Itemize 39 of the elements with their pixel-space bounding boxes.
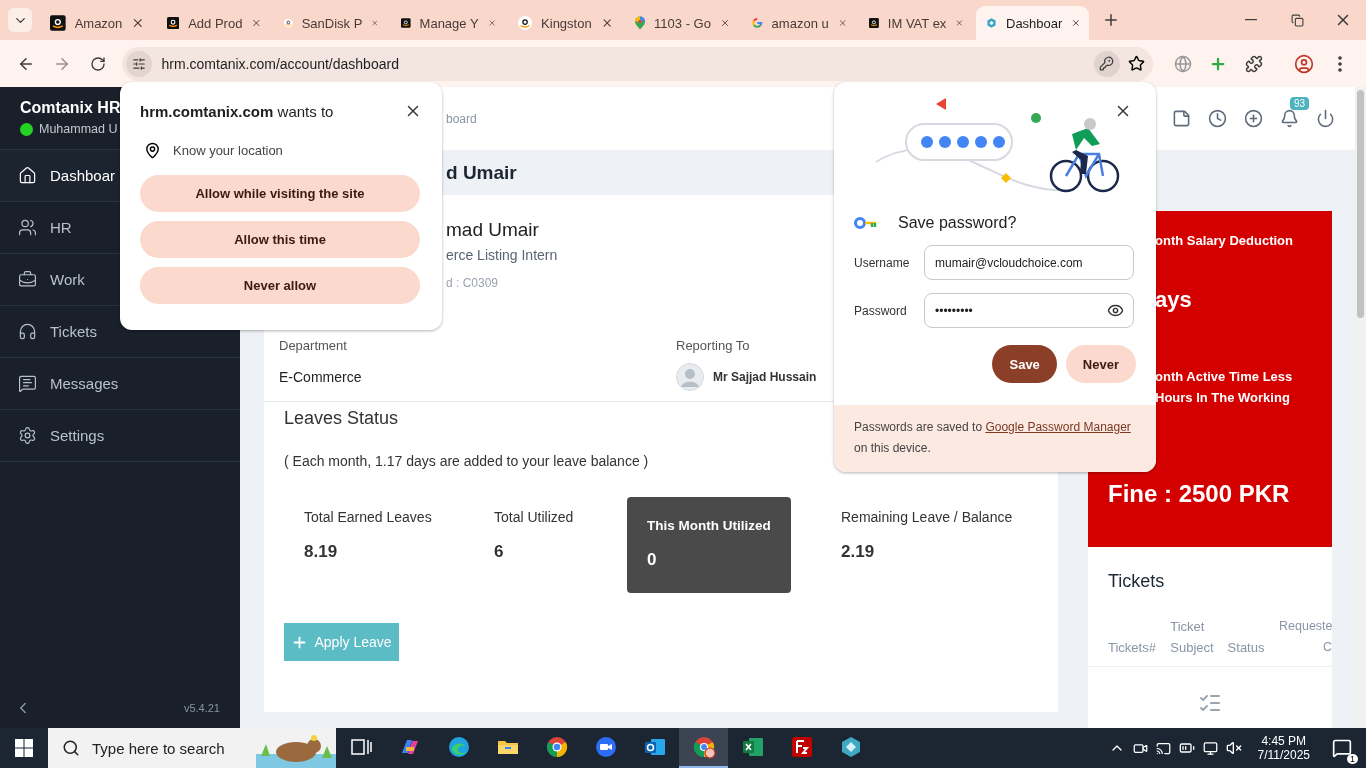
stat-label: Total Earned Leaves bbox=[304, 509, 432, 525]
page-heading: d Umair bbox=[446, 160, 517, 185]
popup-title: hrm.comtanix.com wants to bbox=[140, 102, 334, 120]
days-text: ays bbox=[1155, 285, 1192, 314]
deduction-text: onth Salary Deduction bbox=[1155, 232, 1293, 250]
version-text: v5.4.21 bbox=[183, 702, 220, 714]
brand-name: Comtanix HR bbox=[20, 99, 121, 117]
column-header: Ticket Subject bbox=[1170, 618, 1215, 657]
column-header: Tickets# bbox=[1108, 639, 1157, 657]
manager-name: Mr Sajjad Hussain bbox=[713, 370, 817, 384]
notification-count: 1 bbox=[1347, 754, 1358, 764]
department-value: E-Commerce bbox=[279, 369, 362, 385]
breadcrumb: board bbox=[446, 111, 477, 126]
user-name: Muhammad U bbox=[39, 122, 118, 136]
stat-label: Remaining Leave / Balance bbox=[841, 509, 1014, 525]
stat-value: 6 bbox=[494, 542, 505, 562]
column-header: Requeste C bbox=[1279, 618, 1332, 656]
fine-amount: Fine : 2500 PKR bbox=[1108, 478, 1290, 509]
reporting-label: Reporting To bbox=[676, 338, 750, 353]
stat-value: 0 bbox=[647, 550, 658, 570]
password-label: Password bbox=[854, 303, 908, 318]
stat-label: This Month Utilized bbox=[647, 518, 772, 533]
storage-note: Passwords are saved to Google Password Manager on this device. bbox=[854, 419, 1132, 457]
rule-text: onth Active Time Less Hours In The Working bbox=[1155, 368, 1293, 407]
employee-name: mad Umair bbox=[446, 219, 539, 241]
column-header: Status bbox=[1227, 639, 1266, 657]
leave-note: ( Each month, 1.17 days are added to your leave balance ) bbox=[284, 453, 649, 469]
employee-id: d : C0309 bbox=[446, 276, 499, 290]
notification-badge: 93 bbox=[1290, 97, 1310, 110]
stat-value: 2.19 bbox=[841, 542, 876, 562]
permission-text: Know your location bbox=[173, 143, 283, 158]
popup-title: Save password? bbox=[898, 214, 1017, 232]
department-label: Department bbox=[279, 338, 347, 353]
username-label: Username bbox=[854, 255, 911, 270]
employee-role: erce Listing Intern bbox=[446, 247, 558, 263]
stat-label: Total Utilized bbox=[494, 509, 574, 525]
stat-value: 8.19 bbox=[304, 542, 339, 562]
section-title: Tickets bbox=[1107, 571, 1166, 592]
section-title: Leaves Status bbox=[284, 408, 399, 429]
